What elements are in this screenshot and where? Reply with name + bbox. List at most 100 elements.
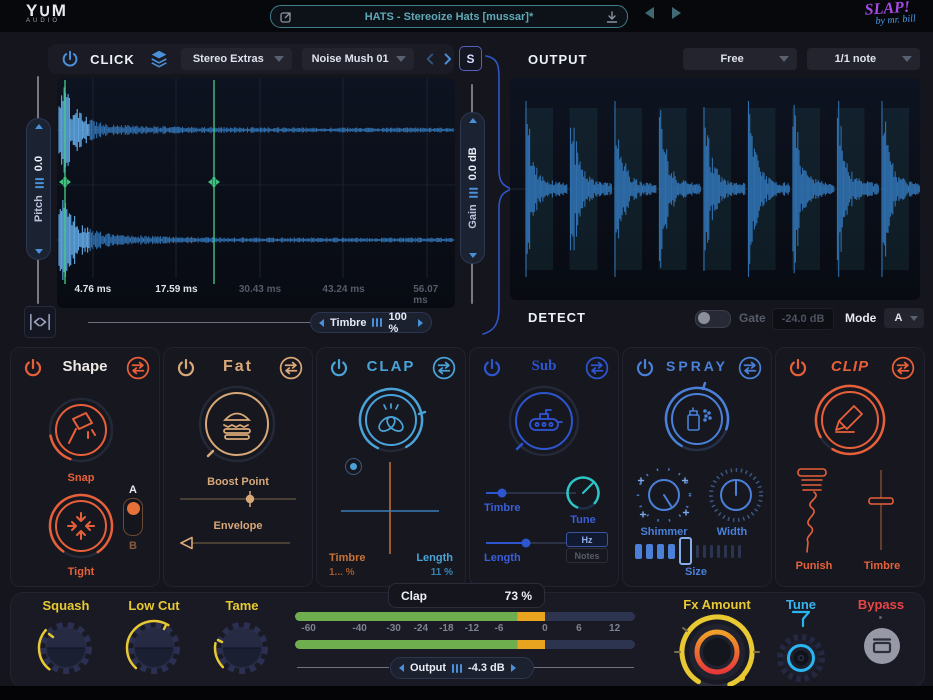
size-segment-filled	[657, 544, 664, 559]
fx-amount-knob[interactable]	[671, 606, 763, 698]
module-shape: Shape Snap Tigh	[10, 347, 160, 587]
previous-sample-button[interactable]	[424, 51, 437, 67]
decrease-arrow-icon[interactable]	[399, 664, 404, 672]
pitch-slider[interactable]: Pitch 0.0	[26, 118, 51, 260]
sub-length-label: Length	[484, 552, 544, 564]
fat-knob[interactable]	[195, 382, 279, 466]
spray-swap-icon[interactable]	[738, 356, 762, 380]
spray-knob[interactable]	[659, 381, 735, 457]
gate-threshold-field[interactable]: -24.0 dB	[772, 308, 834, 330]
fat-swap-icon[interactable]	[279, 356, 303, 380]
burger-icon	[224, 414, 250, 440]
meter-right	[295, 640, 635, 649]
click-sample-dropdown[interactable]: Noise Mush 01	[302, 48, 415, 70]
tight-knob[interactable]	[43, 488, 119, 564]
clip-swap-icon[interactable]	[891, 356, 915, 380]
sub-hz-toggle[interactable]: Hz	[566, 532, 608, 547]
drag-grip-icon	[34, 178, 43, 188]
sub-swap-icon[interactable]	[585, 356, 609, 380]
mode-dropdown[interactable]: A	[884, 308, 924, 328]
output-slider-track-right[interactable]	[534, 667, 634, 668]
open-preset-icon[interactable]	[279, 10, 293, 24]
output-header: OUTPUT Free 1/1 note	[510, 44, 920, 74]
size-segment-empty	[731, 545, 734, 558]
layers-icon[interactable]	[149, 48, 169, 70]
time-label: 56.07 ms	[413, 284, 441, 306]
tight-label: Tight	[41, 566, 121, 578]
bypass-indicator-dot	[879, 616, 882, 619]
ab-toggle[interactable]	[123, 498, 143, 536]
clap-knob[interactable]	[353, 382, 429, 458]
sub-knob[interactable]	[504, 381, 584, 461]
time-label: 4.76 ms	[74, 284, 111, 295]
output-note-value: 1/1 note	[815, 53, 896, 65]
gate-toggle[interactable]	[695, 310, 731, 328]
click-category-dropdown[interactable]: Stereo Extras	[181, 48, 292, 70]
envelope-slider[interactable]	[168, 534, 308, 552]
slap-logo-subtext: by mr. bill	[875, 14, 916, 26]
shimmer-knob[interactable]	[633, 464, 695, 526]
tame-knob[interactable]	[207, 613, 277, 683]
boost-point-slider[interactable]	[168, 490, 308, 508]
preset-selector[interactable]: HATS - Stereoize Hats [mussar]*	[270, 5, 628, 28]
gain-down-arrow-icon[interactable]	[469, 253, 477, 258]
expand-collapse-button[interactable]	[24, 306, 56, 338]
click-power-button[interactable]	[60, 48, 80, 70]
output-waveform-display[interactable]	[510, 78, 920, 300]
plugin-window: Y∪M AUDIO HATS - Stereoize Hats [mussar]…	[0, 0, 933, 700]
gate-threshold-value: -24.0 dB	[782, 313, 825, 325]
pitch-up-arrow-icon[interactable]	[35, 124, 43, 129]
module-spray: SPRAY	[622, 347, 772, 587]
output-gain-slider[interactable]: Output -4.3 dB	[390, 657, 534, 679]
size-slider-handle[interactable]	[679, 537, 692, 565]
sub-tune-knob[interactable]	[562, 472, 604, 514]
expand-icon	[27, 311, 53, 333]
increase-arrow-icon[interactable]	[511, 664, 516, 672]
save-preset-icon[interactable]	[605, 10, 619, 24]
waveform-body	[59, 87, 453, 280]
punish-slider[interactable]	[794, 468, 834, 554]
previous-preset-button[interactable]	[645, 7, 654, 19]
size-segment-empty	[696, 545, 699, 558]
preset-name[interactable]: HATS - Stereoize Hats [mussar]*	[293, 11, 605, 23]
output-slider-track-left[interactable]	[297, 667, 389, 668]
sub-notes-toggle[interactable]: Notes	[566, 548, 608, 563]
meter-scale: -60 -40 -30 -24 -18 -12 -6 0 6 12	[295, 623, 635, 637]
squash-knob[interactable]	[31, 613, 101, 683]
low-cut-knob[interactable]	[119, 613, 189, 683]
snap-knob[interactable]	[43, 392, 119, 468]
tune-knob[interactable]	[773, 610, 829, 690]
drag-grip-icon[interactable]	[372, 318, 382, 327]
mode-value: A	[890, 312, 907, 324]
logo-text: Y∪M	[26, 3, 67, 18]
gain-up-arrow-icon[interactable]	[469, 118, 477, 123]
clap-xy-pad[interactable]	[317, 456, 465, 560]
drag-grip-icon[interactable]	[452, 664, 462, 673]
loop-end-marker[interactable]	[208, 80, 220, 284]
clip-knob[interactable]	[810, 380, 890, 460]
output-sync-dropdown[interactable]: Free	[683, 48, 796, 70]
clap-swap-icon[interactable]	[432, 356, 456, 380]
pitch-down-arrow-icon[interactable]	[35, 249, 43, 254]
next-preset-button[interactable]	[672, 7, 681, 19]
shape-swap-icon[interactable]	[126, 356, 150, 380]
size-slider[interactable]	[635, 538, 759, 564]
click-timbre-slider[interactable]: Timbre 100 %	[310, 312, 432, 333]
hammer-icon	[69, 413, 95, 443]
next-sample-button[interactable]	[441, 51, 454, 67]
scale-tick: -60	[301, 623, 315, 634]
timbre-value: 100 %	[388, 311, 412, 335]
bypass-label: Bypass	[846, 597, 916, 612]
click-waveform-display[interactable]: 4.76 ms 17.59 ms 30.43 ms 43.24 ms 56.07…	[57, 78, 455, 308]
width-label: Width	[699, 526, 765, 538]
scale-tick: -24	[414, 623, 428, 634]
output-slider-label: Output	[410, 662, 446, 674]
decrease-arrow-icon[interactable]	[319, 319, 324, 327]
size-segment-filled	[646, 544, 653, 559]
width-knob[interactable]	[705, 464, 767, 526]
bypass-button[interactable]	[862, 626, 902, 666]
increase-arrow-icon[interactable]	[418, 319, 423, 327]
clip-timbre-slider[interactable]	[866, 468, 896, 554]
output-note-dropdown[interactable]: 1/1 note	[807, 48, 920, 70]
timbre-slider-track[interactable]	[88, 322, 310, 323]
